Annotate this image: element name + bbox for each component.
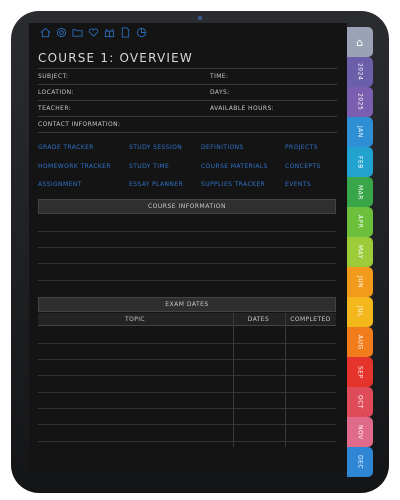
field-rule [38,132,337,133]
exam-dates-header: EXAM DATES [38,297,336,312]
course-information-header: COURSE INFORMATION [38,199,336,214]
teacher-label[interactable]: TEACHER: [38,105,71,112]
tab-label: APR [356,215,364,229]
document-icon[interactable] [120,27,131,38]
course-info-line[interactable] [38,280,336,281]
column-divider [285,313,286,447]
tab-label: OCT [356,394,364,410]
field-rule [38,116,337,117]
subject-label[interactable]: SUBJECT: [38,73,68,80]
tab-label: MAR [356,184,364,200]
table-row[interactable] [38,408,336,409]
page-title: COURSE 1: OVERVIEW [38,51,193,65]
column-divider [233,313,234,447]
homework-tracker-link[interactable]: HOMEWORK TRACKER [38,163,111,170]
tab-label: DEC [356,454,364,470]
essay-planner-link[interactable]: ESSAY PLANNER [129,181,183,188]
time-label[interactable]: TIME: [210,73,228,80]
tab-jun[interactable]: JUN [347,267,373,297]
available-hours-label[interactable]: AVAILABLE HOURS: [210,105,274,112]
title-divider [38,68,337,69]
tab-label: 2025 [356,93,364,111]
target-icon[interactable] [56,27,67,38]
study-time-link[interactable]: STUDY TIME [129,163,169,170]
tab-label: SEP [356,365,364,379]
table-row[interactable] [38,392,336,393]
tab-apr[interactable]: APR [347,207,373,237]
pie-chart-icon[interactable] [136,27,147,38]
gift-icon[interactable] [104,27,115,38]
tab-home[interactable]: ⌂ [347,27,373,57]
table-row[interactable] [38,343,336,344]
study-session-link[interactable]: STUDY SESSION [129,144,182,151]
tab-feb[interactable]: FEB [347,147,373,177]
heart-icon[interactable] [88,27,99,38]
tab-label: NOV [356,424,364,440]
tab-oct[interactable]: OCT [347,387,373,417]
grade-tracker-link[interactable]: GRADE TRACKER [38,144,94,151]
course-info-line[interactable] [38,231,336,232]
tab-label: JUN [356,275,364,289]
dates-column-header: DATES [247,316,270,323]
tab-label: MAY [356,245,364,259]
table-row[interactable] [38,359,336,360]
contact-information-label[interactable]: CONTACT INFORMATION: [38,121,120,128]
events-link[interactable]: EVENTS [285,181,311,188]
tab-jul[interactable]: JUL [347,297,373,327]
tab-label: JUL [356,306,364,318]
tab-dec[interactable]: DEC [347,447,373,477]
tab-label: AUG [356,334,364,350]
course-materials-link[interactable]: COURSE MATERIALS [201,163,268,170]
tab-2025[interactable]: 2025 [347,87,373,117]
projects-link[interactable]: PROJECTS [285,144,318,151]
field-rule [38,84,337,85]
table-row[interactable] [38,375,336,376]
concepts-link[interactable]: CONCEPTS [285,163,321,170]
course-info-line[interactable] [38,263,336,264]
completed-column-header: COMPLETED [290,316,331,323]
location-label[interactable]: LOCATION: [38,89,74,96]
course-info-line[interactable] [38,247,336,248]
tab-mar[interactable]: MAR [347,177,373,207]
home-icon[interactable] [40,27,51,38]
table-row[interactable] [38,441,336,442]
home-icon: ⌂ [356,35,364,49]
folder-icon[interactable] [72,27,83,38]
planner-page: COURSE 1: OVERVIEW SUBJECT: TIME: LOCATI… [29,23,347,471]
header-icon-bar [40,27,147,38]
tab-2024[interactable]: 2024 [347,57,373,87]
definitions-link[interactable]: DEFINITIONS [201,144,244,151]
tab-sep[interactable]: SEP [347,357,373,387]
tab-label: FEB [356,155,364,169]
assignment-link[interactable]: ASSIGNMENT [38,181,82,188]
days-label[interactable]: DAYS: [210,89,230,96]
camera-dot [198,16,202,20]
tab-label: 2024 [356,63,364,81]
supplies-tracker-link[interactable]: SUPPLIES TRACKER [201,181,265,188]
tab-label: JAN [356,126,364,138]
table-row[interactable] [38,424,336,425]
tab-nov[interactable]: NOV [347,417,373,447]
field-rule [38,100,337,101]
topic-column-header: TOPIC [125,316,145,323]
side-tab-bar: ⌂ 2024 2025 JAN FEB MAR APR MAY JUN JUL … [347,27,373,477]
exam-dates-column-header: TOPIC DATES COMPLETED [38,313,336,326]
tab-jan[interactable]: JAN [347,117,373,147]
tab-aug[interactable]: AUG [347,327,373,357]
tab-may[interactable]: MAY [347,237,373,267]
